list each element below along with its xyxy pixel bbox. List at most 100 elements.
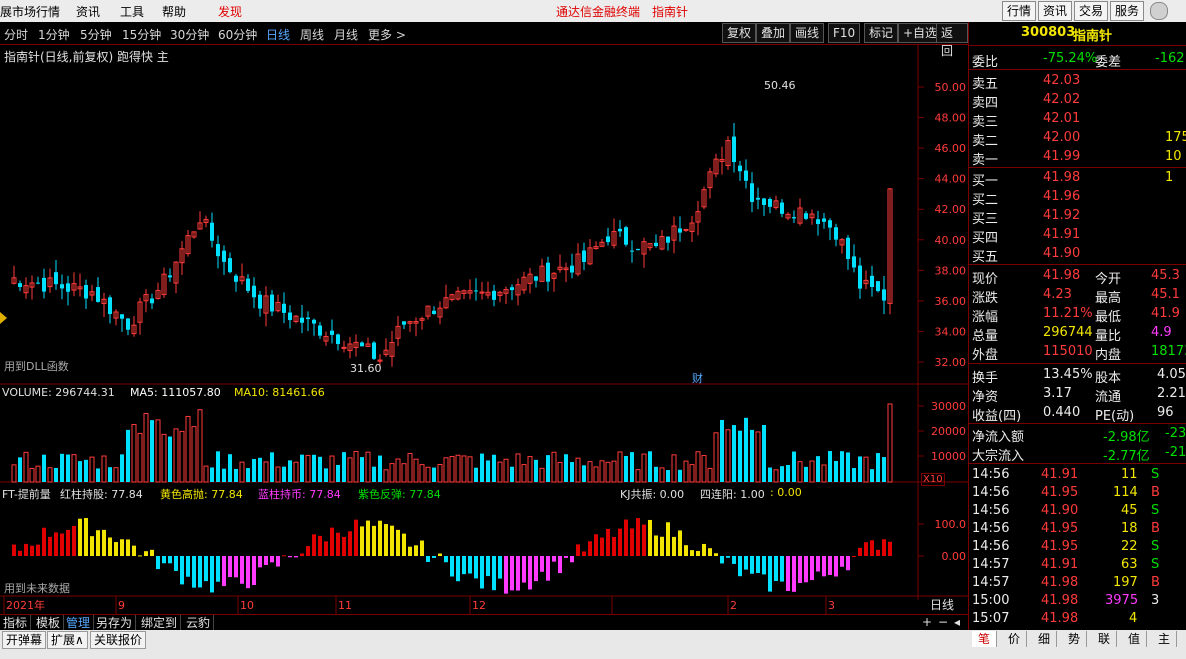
period-30min[interactable]: 30分钟 [170,26,209,43]
btn-expand[interactable]: 扩展∧ [47,631,88,649]
quote-tab[interactable]: 细 [1032,631,1057,647]
indicator-bar [150,549,154,556]
btn-save-as[interactable]: 另存为 [93,615,137,631]
indicator-bar [156,556,160,570]
tick-price: 41.90 [1041,503,1079,518]
indicator-bar [498,556,502,579]
period-15min[interactable]: 15分钟 [122,26,161,43]
btn-indicator[interactable]: 指标 [0,615,32,631]
volume-bar [449,455,455,483]
candle-body [546,262,550,282]
tick-row: 14:57 41.98 197 B [969,574,1186,593]
indicator-bar [864,542,868,556]
volume-bar [228,454,232,482]
volume-bar [71,454,77,483]
quote-tab[interactable]: 主 [1152,631,1177,647]
tool-f10[interactable]: F10 [828,23,861,43]
btn-manage[interactable]: 管理 [63,615,95,631]
ask-price: 42.00 [1043,130,1081,145]
volume-bar [593,466,599,483]
volume-bar [108,467,112,482]
period-monthly[interactable]: 月线 [334,26,358,43]
indicator-bar [504,556,508,594]
candle-body [870,275,874,287]
volume-bar [738,430,742,482]
quote-tab[interactable]: 值 [1122,631,1147,647]
candle-body [636,248,640,251]
candle-body [168,275,172,278]
zoom-out-icon[interactable]: − [938,615,948,629]
indicator-slyang: 四连阳: 1.00 [700,488,765,501]
flow-extra: -23 [1165,426,1186,441]
btn-quote[interactable]: 行情 [1002,1,1037,21]
indicator-bar [552,556,556,562]
weibi-value: -75.24% [1043,51,1098,66]
collapse-arrow-icon[interactable] [0,312,7,324]
volume-bars-group [11,403,893,483]
period-more[interactable]: 更多 > [368,26,406,43]
btn-service[interactable]: 服务 [1110,1,1145,21]
tool-draw[interactable]: 画线 [790,23,825,43]
quote-tab[interactable]: 笔 [972,631,997,647]
menu-help[interactable]: 帮助 [162,3,186,20]
volume-tick-label: 20000 [931,425,966,438]
quote-tab[interactable]: 价 [1002,631,1027,647]
tick-price: 41.91 [1041,557,1079,572]
period-weekly[interactable]: 周线 [300,26,324,43]
period-5min[interactable]: 5分钟 [80,26,112,43]
tool-mark[interactable]: 标记 [864,23,899,43]
tool-overlay[interactable]: 叠加 [756,23,791,43]
tick-time: 14:56 [972,485,1010,500]
tool-fuquan[interactable]: 复权 [722,23,757,43]
quote-tab[interactable]: 势 [1062,631,1087,647]
indicator-bar [414,545,418,556]
candle-body [42,277,46,292]
menu-news[interactable]: 资讯 [76,3,100,20]
candle-body [744,170,748,181]
btn-template[interactable]: 模板 [33,615,65,631]
menu-market[interactable]: 展市场行情 [0,3,60,20]
volume-bar [318,456,322,482]
btn-related-quote[interactable]: 关联报价 [90,631,147,649]
flow-label: 净流入额 [972,430,1025,445]
stat-label: 量比 [1095,329,1122,344]
indicator-bar [672,536,676,556]
quote-tab[interactable]: 联 [1092,631,1117,647]
indicator-bar [882,539,886,556]
indicator-bar [30,545,34,556]
volume-bar [666,470,670,482]
period-60min[interactable]: 60分钟 [218,26,257,43]
volume-bar [84,459,88,482]
volume-bar [210,467,214,482]
indicator-bar [810,556,814,581]
btn-cloud[interactable]: 云豹 [183,615,215,631]
menu-discover[interactable]: 发现 [218,3,242,20]
tool-back[interactable]: 返回 [936,23,968,58]
period-fenshi[interactable]: 分时 [4,26,28,43]
bid-row: 买二 41.96 [969,188,1186,208]
indicator-bar [102,529,106,556]
minimize-icon[interactable] [1150,2,1168,20]
scroll-left-icon[interactable]: ◂ [954,615,960,629]
indicator-bar [732,556,736,564]
btn-danmaku[interactable]: 开弹幕 [2,631,47,649]
volume-tick-label: 10000 [931,450,966,463]
btn-bind-to[interactable]: 绑定到 [138,615,182,631]
kline-chart-svg[interactable]: 50.00 48.00 46.00 44.00 42.00 40.00 38.00 36.00… [0,44,968,614]
period-1min[interactable]: 1分钟 [38,26,70,43]
zoom-in-icon[interactable]: + [922,615,932,629]
btn-trade[interactable]: 交易 [1074,1,1109,21]
indicator-bars-group [12,518,892,594]
volume-bar [503,458,509,483]
btn-info[interactable]: 资讯 [1038,1,1073,21]
price-tick-label: 42.00 [935,203,967,216]
cai-marker[interactable]: 财 [692,370,703,386]
indicator-bar [246,556,250,589]
period-daily[interactable]: 日线 [266,26,290,43]
indicator-bar [90,536,94,556]
indicator-bar [594,534,598,556]
ask-label: 卖五 [972,77,999,92]
indicator-bar [54,532,58,556]
menu-tools[interactable]: 工具 [120,3,144,20]
kline-chart-area[interactable]: 50.00 48.00 46.00 44.00 42.00 40.00 38.00 36.00… [0,44,968,614]
